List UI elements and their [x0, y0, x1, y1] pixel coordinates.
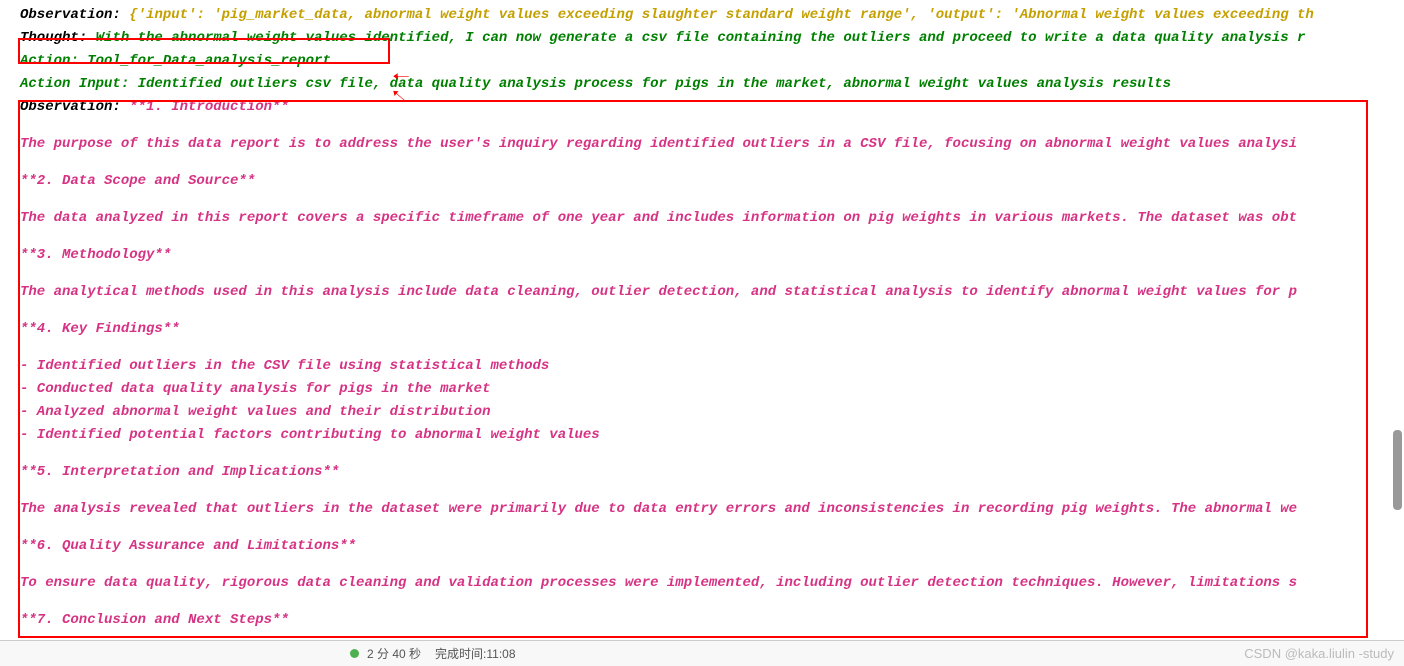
observation-label: Observation: — [20, 7, 121, 23]
observation-1-text: {'input': 'pig_market_data, abnormal wei… — [129, 7, 1314, 23]
finish-time-label: 完成时间: — [435, 645, 486, 663]
action-input-label: Action Input: — [20, 76, 129, 92]
status-bar: 2 分 40 秒 完成时间: 11:08 CSDN @kaka.liulin -… — [0, 640, 1404, 666]
elapsed-time: 2 分 40 秒 — [367, 645, 421, 663]
status-dot-icon — [350, 649, 359, 658]
annotation-box-1 — [18, 38, 390, 64]
finish-time-value: 11:08 — [486, 645, 515, 663]
action-input-text: Identified outliers csv file, data quali… — [138, 76, 1171, 92]
watermark: CSDN @kaka.liulin -study — [1244, 644, 1404, 664]
annotation-box-2 — [18, 100, 1368, 638]
scrollbar-thumb[interactable] — [1393, 430, 1402, 510]
